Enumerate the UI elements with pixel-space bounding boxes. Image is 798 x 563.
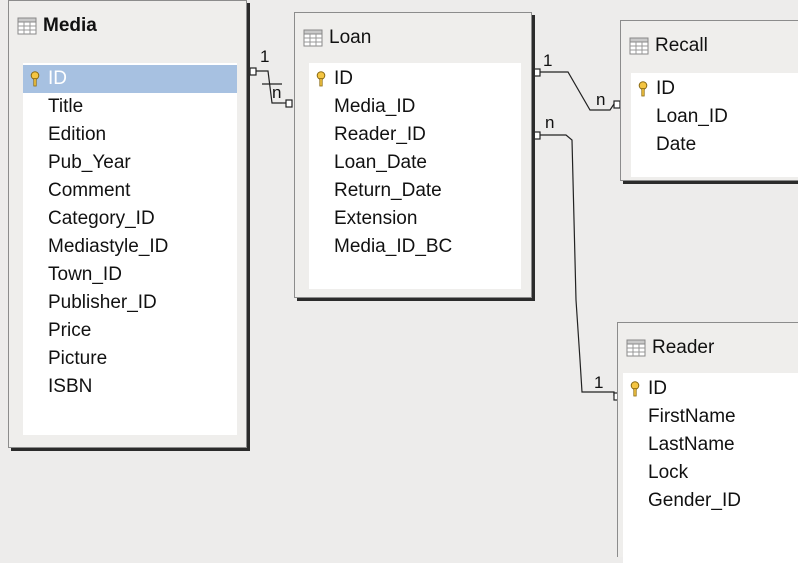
field-item[interactable]: Date (631, 131, 798, 159)
field-item[interactable]: Edition (23, 121, 237, 149)
field-id-primary-key[interactable]: ID (631, 75, 798, 103)
table-title: Reader (652, 337, 715, 358)
field-item[interactable]: Category_ID (23, 205, 237, 233)
table-title: Recall (655, 35, 708, 56)
field-item[interactable]: Media_ID (309, 93, 521, 121)
relationship-canvas: 1 n 1 n n 1 Media ID Title Edition Pub_Y… (0, 0, 798, 563)
field-item[interactable]: Reader_ID (309, 121, 521, 149)
field-item[interactable]: Extension (309, 205, 521, 233)
relation-label-one: 1 (594, 373, 604, 392)
field-item[interactable]: Comment (23, 177, 237, 205)
table-loan[interactable]: Loan ID Media_ID Reader_ID Loan_Date Ret… (294, 12, 532, 298)
relation-loan-recall[interactable] (533, 68, 621, 111)
field-item[interactable]: ISBN (23, 373, 237, 401)
table-media[interactable]: Media ID Title Edition Pub_Year Comment … (8, 0, 247, 448)
field-item[interactable]: Lock (623, 459, 798, 487)
table-title: Loan (329, 27, 372, 48)
primary-key-icon (30, 71, 40, 87)
field-item[interactable]: Gender_ID (623, 487, 798, 515)
field-list[interactable]: ID Title Edition Pub_Year Comment Catego… (23, 63, 237, 435)
primary-key-icon (630, 381, 640, 397)
field-item[interactable]: Title (23, 93, 237, 121)
field-item[interactable]: Media_ID_BC (309, 233, 521, 261)
field-item[interactable]: Price (23, 317, 237, 345)
primary-key-icon (316, 71, 326, 87)
field-item[interactable]: Town_ID (23, 261, 237, 289)
table-reader[interactable]: Reader ID FirstName LastName Lock Gender… (617, 322, 798, 563)
field-id-primary-key[interactable]: ID (309, 65, 521, 93)
relation-media-loan[interactable] (249, 67, 293, 108)
table-recall[interactable]: Recall ID Loan_ID Date (620, 20, 798, 181)
relation-label-one: 1 (543, 51, 553, 70)
field-id-primary-key[interactable]: ID (623, 375, 798, 403)
table-grid-icon (17, 17, 37, 35)
field-item[interactable]: LastName (623, 431, 798, 459)
field-item[interactable]: Pub_Year (23, 149, 237, 177)
relation-loan-reader[interactable] (533, 131, 621, 401)
table-grid-icon (626, 339, 646, 357)
relation-label-many: n (272, 83, 282, 102)
table-header[interactable]: Reader (626, 333, 714, 363)
field-item[interactable]: Picture (23, 345, 237, 373)
table-header[interactable]: Loan (303, 23, 371, 53)
field-list[interactable]: ID Media_ID Reader_ID Loan_Date Return_D… (309, 63, 521, 289)
field-list[interactable]: ID FirstName LastName Lock Gender_ID (623, 373, 798, 563)
relation-label-one: 1 (260, 47, 270, 66)
relation-label-many: n (596, 90, 606, 109)
field-list[interactable]: ID Loan_ID Date (631, 73, 798, 177)
field-item[interactable]: Mediastyle_ID (23, 233, 237, 261)
table-header[interactable]: Recall (629, 31, 708, 61)
primary-key-icon (638, 81, 648, 97)
table-title: Media (43, 15, 97, 36)
field-item[interactable]: Loan_ID (631, 103, 798, 131)
table-grid-icon (303, 29, 323, 47)
relation-label-many: n (545, 113, 555, 132)
field-item[interactable]: Return_Date (309, 177, 521, 205)
field-item[interactable]: Loan_Date (309, 149, 521, 177)
field-id-primary-key[interactable]: ID (23, 65, 237, 93)
table-grid-icon (629, 37, 649, 55)
field-item[interactable]: FirstName (623, 403, 798, 431)
table-header[interactable]: Media (17, 11, 97, 41)
field-item[interactable]: Publisher_ID (23, 289, 237, 317)
